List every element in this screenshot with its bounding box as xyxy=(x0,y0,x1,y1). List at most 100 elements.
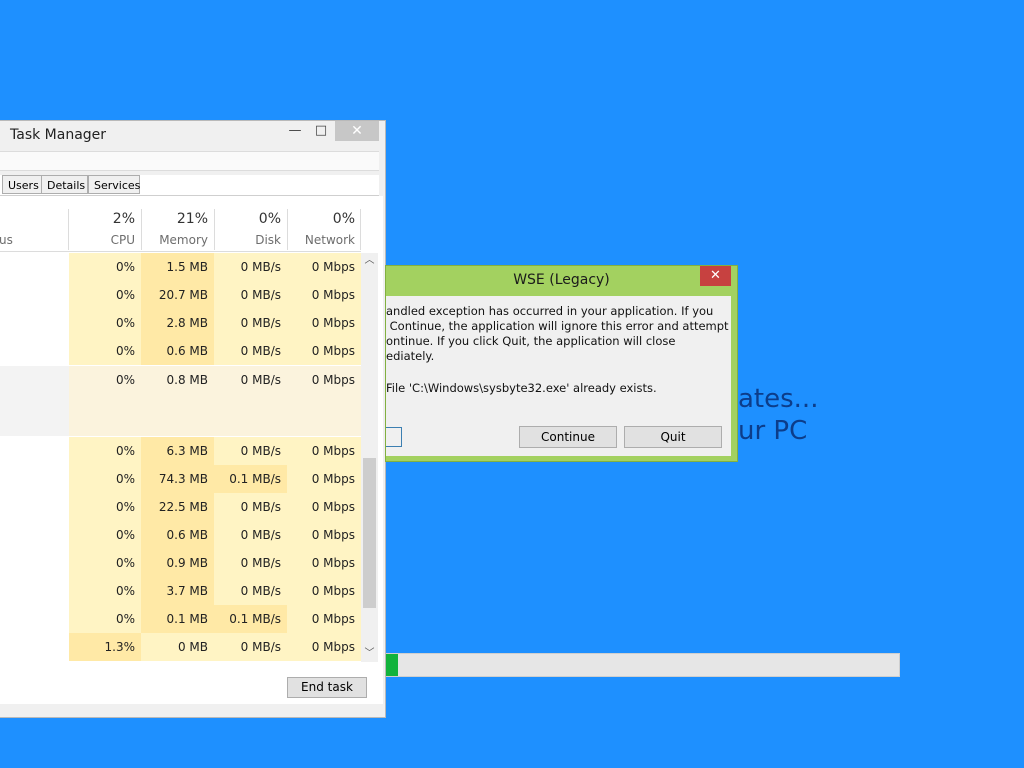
end-task-button[interactable]: End task xyxy=(287,677,367,698)
disk-cell: 0 MB/s xyxy=(214,633,287,661)
close-button[interactable]: ✕ xyxy=(335,121,379,141)
process-list: us 2% CPU 21% Memory 0% Disk 0% Network … xyxy=(0,196,383,704)
disk-cell: 0.1 MB/s xyxy=(214,465,287,493)
task-manager-window: Task Manager — □ ✕ Users Details Service… xyxy=(0,120,386,718)
task-manager-titlebar[interactable]: Task Manager — □ ✕ xyxy=(0,121,385,151)
memory-cell: 1.5 MB xyxy=(141,253,214,281)
disk-cell: 0 MB/s xyxy=(214,437,287,465)
continue-button[interactable]: Continue xyxy=(519,426,617,448)
memory-cell: 6.3 MB xyxy=(141,437,214,465)
update-heading-line1: ates... xyxy=(738,384,819,414)
memory-cell: 0 MB xyxy=(141,633,214,661)
cpu-cell: 0% xyxy=(69,577,141,605)
minimize-button[interactable]: — xyxy=(282,121,308,141)
column-header-disk[interactable]: Disk xyxy=(214,233,281,247)
cpu-cell: 0% xyxy=(69,281,141,309)
dialog-title: WSE (Legacy) xyxy=(513,272,610,288)
memory-cell: 0.6 MB xyxy=(141,337,214,365)
window-title: Task Manager xyxy=(10,127,107,143)
memory-cell: 74.3 MB xyxy=(141,465,214,493)
error-message-line: ontinue. If you click Quit, the applicat… xyxy=(386,334,676,348)
network-cell: 0 Mbps xyxy=(287,309,361,337)
column-header-memory[interactable]: Memory xyxy=(141,233,208,247)
column-header-cpu[interactable]: CPU xyxy=(69,233,135,247)
update-progress-bar xyxy=(385,653,900,677)
tab-details[interactable]: Details xyxy=(41,175,88,194)
disk-cell: 0 MB/s xyxy=(214,577,287,605)
cpu-cell: 0% xyxy=(69,493,141,521)
table-row[interactable]: 0% 22.5 MB 0 MB/s 0 Mbps xyxy=(0,493,361,521)
cpu-cell: 0% xyxy=(69,549,141,577)
column-header-network[interactable]: Network xyxy=(287,233,355,247)
table-row[interactable]: 1.3% 0 MB 0 MB/s 0 Mbps xyxy=(0,633,361,661)
update-heading-line2: ur PC xyxy=(738,416,808,446)
table-row[interactable]: 0% 20.7 MB 0 MB/s 0 Mbps xyxy=(0,281,361,309)
network-cell: 0 Mbps xyxy=(287,253,361,281)
error-message: andled exception has occurred in your ap… xyxy=(386,304,729,364)
quit-button[interactable]: Quit xyxy=(624,426,722,448)
error-message-line: ediately. xyxy=(386,349,435,363)
disk-cell: 0 MB/s xyxy=(214,366,287,436)
network-cell: 0 Mbps xyxy=(287,633,361,661)
disk-total[interactable]: 0% xyxy=(214,211,281,227)
disk-cell: 0.1 MB/s xyxy=(214,605,287,633)
network-total[interactable]: 0% xyxy=(287,211,355,227)
table-row[interactable]: 0% 1.5 MB 0 MB/s 0 Mbps xyxy=(0,253,361,281)
details-button[interactable] xyxy=(386,427,402,447)
network-cell: 0 Mbps xyxy=(287,281,361,309)
table-row[interactable]: 0% 0.6 MB 0 MB/s 0 Mbps xyxy=(0,521,361,549)
cpu-cell: 0% xyxy=(69,253,141,281)
scroll-down-icon[interactable]: ﹀ xyxy=(361,646,378,662)
tab-users[interactable]: Users xyxy=(2,175,42,194)
memory-cell: 0.8 MB xyxy=(141,366,214,436)
network-cell: 0 Mbps xyxy=(287,493,361,521)
cpu-cell: 0% xyxy=(69,605,141,633)
scroll-thumb[interactable] xyxy=(363,458,376,608)
cpu-cell: 0% xyxy=(69,465,141,493)
network-cell: 0 Mbps xyxy=(287,521,361,549)
table-row[interactable]: 0% 6.3 MB 0 MB/s 0 Mbps xyxy=(0,437,361,465)
memory-cell: 20.7 MB xyxy=(141,281,214,309)
maximize-button[interactable]: □ xyxy=(308,121,334,141)
memory-total[interactable]: 21% xyxy=(141,211,208,227)
table-row-group[interactable]: 0% 0.8 MB 0 MB/s 0 Mbps xyxy=(0,366,361,436)
cpu-total[interactable]: 2% xyxy=(69,211,135,227)
disk-cell: 0 MB/s xyxy=(214,493,287,521)
memory-cell: 0.1 MB xyxy=(141,605,214,633)
table-row[interactable]: 0% 74.3 MB 0.1 MB/s 0 Mbps xyxy=(0,465,361,493)
tab-services[interactable]: Services xyxy=(88,175,140,194)
table-row[interactable]: 0% 2.8 MB 0 MB/s 0 Mbps xyxy=(0,309,361,337)
memory-cell: 3.7 MB xyxy=(141,577,214,605)
update-progress-fill xyxy=(386,654,398,676)
cpu-cell: 0% xyxy=(69,366,141,436)
memory-cell: 2.8 MB xyxy=(141,309,214,337)
cpu-cell: 0% xyxy=(69,437,141,465)
network-cell: 0 Mbps xyxy=(287,549,361,577)
network-cell: 0 Mbps xyxy=(287,605,361,633)
cpu-cell: 1.3% xyxy=(69,633,141,661)
disk-cell: 0 MB/s xyxy=(214,337,287,365)
scroll-up-icon[interactable]: ︿ xyxy=(361,253,378,269)
disk-cell: 0 MB/s xyxy=(214,309,287,337)
network-cell: 0 Mbps xyxy=(287,465,361,493)
cpu-cell: 0% xyxy=(69,521,141,549)
table-row[interactable]: 0% 3.7 MB 0 MB/s 0 Mbps xyxy=(0,577,361,605)
dialog-close-button[interactable]: ✕ xyxy=(700,266,731,286)
column-header-status[interactable]: us xyxy=(0,233,13,247)
network-cell: 0 Mbps xyxy=(287,337,361,365)
cpu-cell: 0% xyxy=(69,309,141,337)
table-row[interactable]: 0% 0.1 MB 0.1 MB/s 0 Mbps xyxy=(0,605,361,633)
error-message-line: Continue, the application will ignore th… xyxy=(386,319,729,333)
cpu-cell: 0% xyxy=(69,337,141,365)
network-cell: 0 Mbps xyxy=(287,366,361,436)
disk-cell: 0 MB/s xyxy=(214,549,287,577)
memory-cell: 0.6 MB xyxy=(141,521,214,549)
tab-strip: Users Details Services xyxy=(0,175,379,196)
network-cell: 0 Mbps xyxy=(287,437,361,465)
disk-cell: 0 MB/s xyxy=(214,253,287,281)
table-row[interactable]: 0% 0.6 MB 0 MB/s 0 Mbps xyxy=(0,337,361,365)
vertical-scrollbar[interactable]: ︿ ﹀ xyxy=(361,253,378,662)
table-row[interactable]: 0% 0.9 MB 0 MB/s 0 Mbps xyxy=(0,549,361,577)
error-message-line: andled exception has occurred in your ap… xyxy=(386,304,714,318)
network-cell: 0 Mbps xyxy=(287,577,361,605)
